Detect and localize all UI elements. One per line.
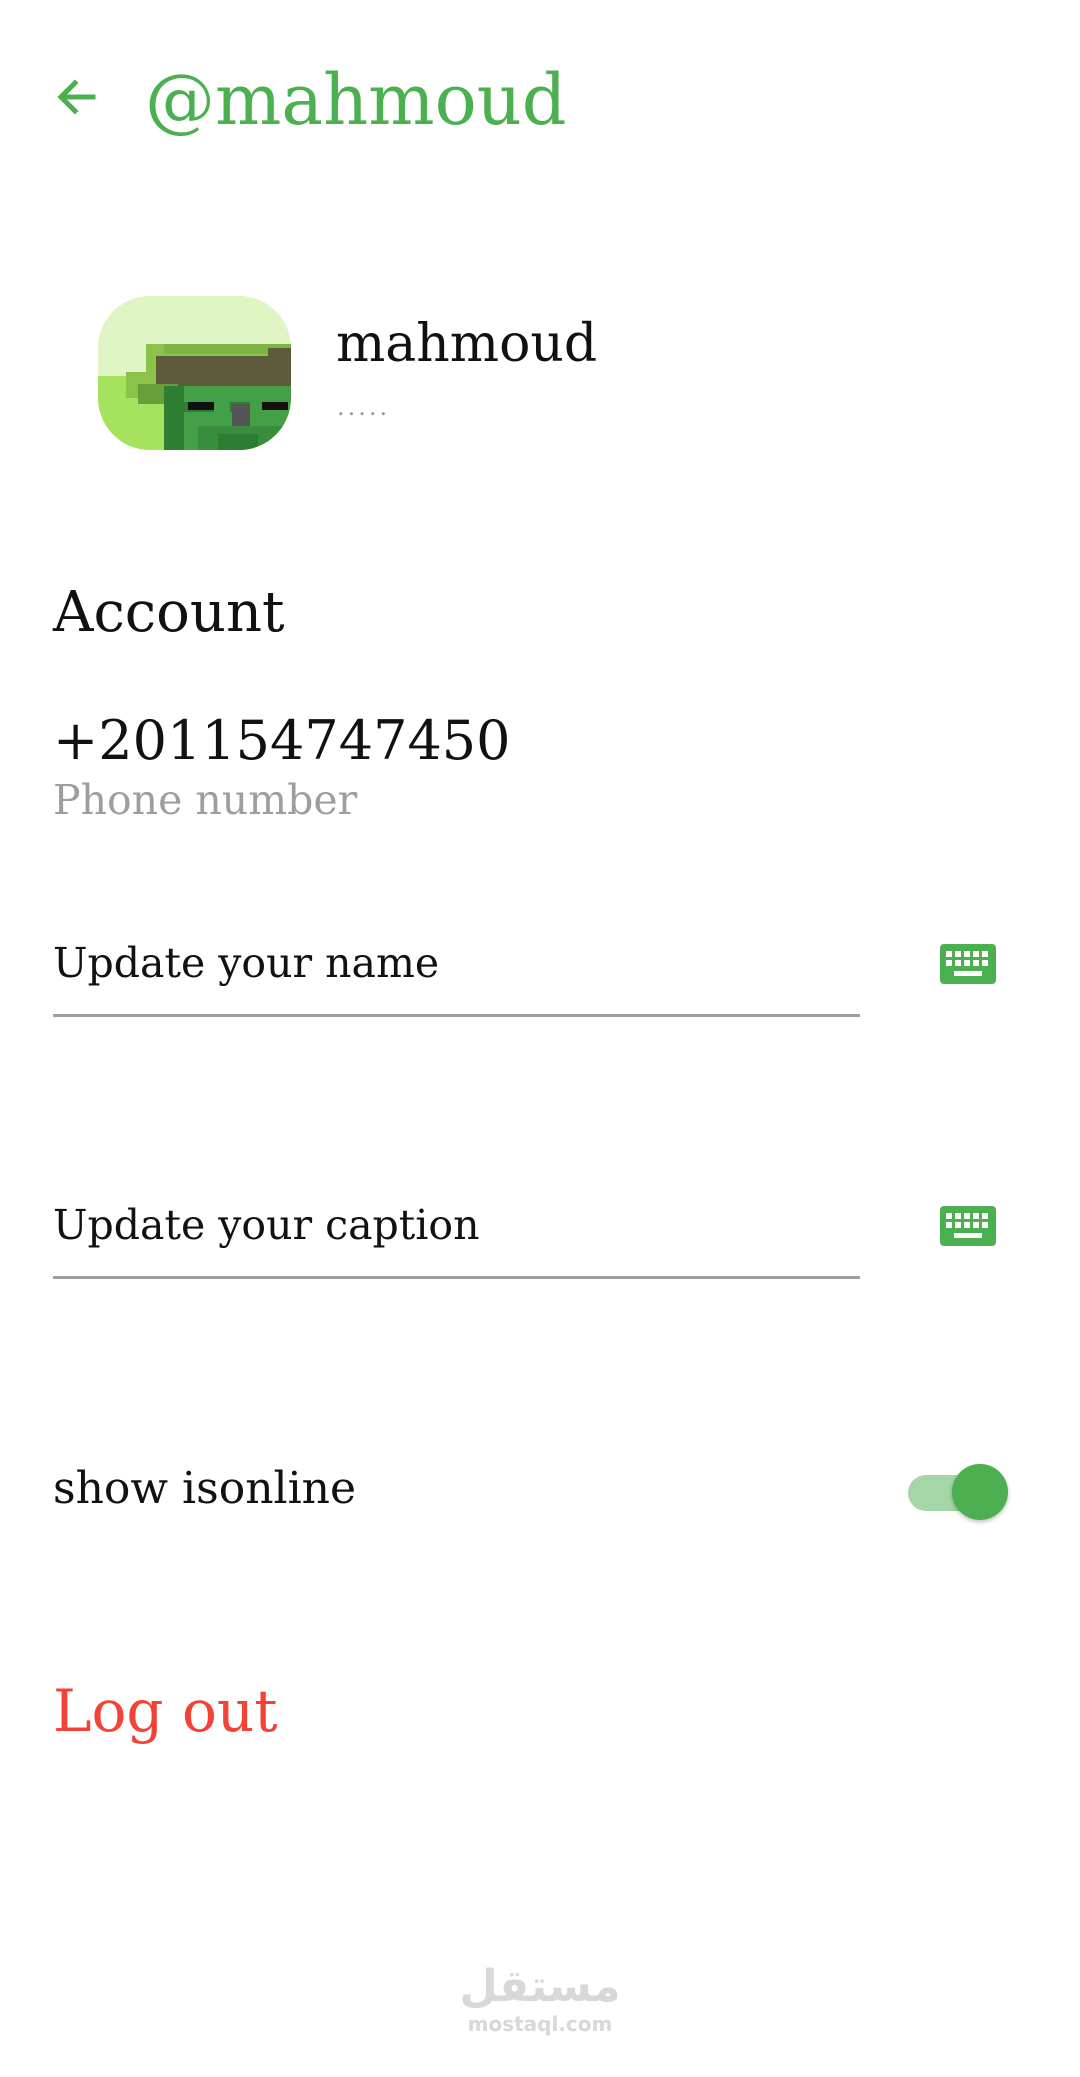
account-section-title: Account [53,580,285,645]
watermark-text: مستقل [459,1961,621,2012]
logout-button[interactable]: Log out [53,1670,278,1752]
profile-caption: ..... [337,393,391,421]
watermark-domain: mostaql.com [467,2012,613,2036]
toggle-thumb [952,1464,1008,1520]
avatar[interactable] [98,296,291,450]
watermark-logo: مستقل mostaql.com [440,1961,640,2037]
caption-field [53,1180,860,1279]
arrow-left-icon [57,79,96,115]
app-bar: @mahmoud [0,0,1080,200]
keyboard-icon[interactable] [940,944,996,984]
back-button[interactable] [40,60,114,134]
name-input[interactable] [53,918,860,1008]
show-online-toggle[interactable] [906,1462,1010,1520]
show-online-label: show isonline [53,1463,357,1514]
caption-input[interactable] [53,1180,860,1270]
name-field [53,918,860,1017]
phone-number-label: Phone number [53,776,358,824]
page-title: @mahmoud [145,59,567,141]
pixel-avatar [98,296,291,450]
profile-name: mahmoud [336,314,598,374]
phone-number-value: +201154747450 [53,709,511,772]
keyboard-icon[interactable] [940,1206,996,1246]
